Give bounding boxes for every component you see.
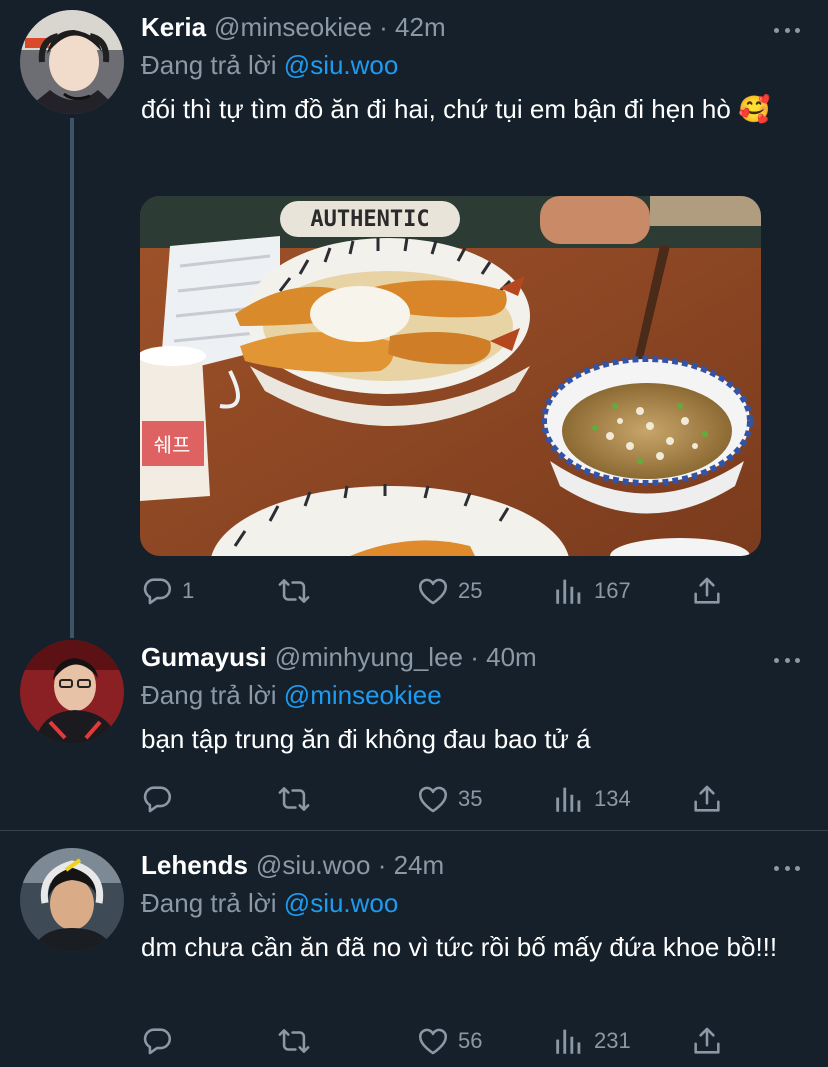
reply-button[interactable] (140, 1021, 182, 1061)
handle-and-time[interactable]: @siu.woo · 24m (256, 850, 444, 881)
tweet-keria[interactable]: Keria @minseokiee · 42m Đang trả lời @si… (0, 0, 828, 630)
share-button[interactable] (690, 779, 724, 819)
views-button[interactable]: 134 (552, 779, 631, 819)
like-count: 56 (458, 1028, 483, 1053)
retweet-button[interactable] (277, 571, 319, 611)
like-icon (416, 574, 450, 608)
retweet-icon (277, 574, 311, 608)
retweet-button[interactable] (277, 779, 319, 819)
views-icon (552, 1024, 586, 1058)
like-count: 25 (458, 578, 483, 603)
reply-button[interactable] (140, 779, 182, 819)
retweet-icon (277, 782, 311, 816)
reply-context: Đang trả lời @siu.woo (141, 888, 398, 919)
views-icon (552, 574, 586, 608)
tweet-text: đói thì tự tìm đồ ăn đi hai, chứ tụi em … (141, 94, 771, 124)
tweet-header: Gumayusi @minhyung_lee · 40m (141, 642, 537, 676)
share-button[interactable] (690, 571, 724, 611)
reply-prefix: Đang trả lời (141, 888, 277, 918)
tweet-gumayusi[interactable]: Gumayusi @minhyung_lee · 40m Đang trả lờ… (0, 630, 828, 830)
tweet-text: dm chưa cần ăn đã no vì tức rồi bố mấy đ… (141, 932, 778, 962)
reply-prefix: Đang trả lời (141, 50, 277, 80)
tweet-actions: 56 231 (140, 1021, 740, 1061)
share-icon (690, 574, 724, 608)
reply-count: 1 (182, 578, 195, 603)
reply-context: Đang trả lời @siu.woo (141, 50, 398, 81)
reply-button[interactable]: 1 (140, 571, 194, 611)
reply-icon (140, 574, 174, 608)
reply-mention[interactable]: @siu.woo (284, 888, 399, 918)
more-icon[interactable] (774, 26, 800, 34)
tweet-header: Lehends @siu.woo · 24m (141, 850, 444, 884)
tweet-header: Keria @minseokiee · 42m (141, 12, 446, 46)
handle-and-time[interactable]: @minhyung_lee · 40m (275, 642, 537, 673)
display-name[interactable]: Lehends (141, 850, 248, 881)
views-count: 231 (594, 1028, 631, 1053)
like-button[interactable]: 56 (416, 1021, 482, 1061)
tweet-photo[interactable]: AUTHENTIC 쉐프 (140, 196, 761, 556)
like-icon (416, 1024, 450, 1058)
more-icon[interactable] (774, 656, 800, 664)
like-button[interactable]: 25 (416, 571, 482, 611)
avatar[interactable] (20, 10, 124, 114)
views-button[interactable]: 231 (552, 1021, 631, 1061)
reply-context: Đang trả lời @minseokiee (141, 680, 442, 711)
share-icon (690, 1024, 724, 1058)
views-button[interactable]: 167 (552, 571, 631, 611)
retweet-icon (277, 1024, 311, 1058)
views-count: 134 (594, 786, 631, 811)
share-button[interactable] (690, 1021, 724, 1061)
tweet-lehends[interactable]: Lehends @siu.woo · 24m Đang trả lời @siu… (0, 838, 828, 1067)
tweet-actions: 1 25 167 (140, 571, 740, 611)
reply-mention[interactable]: @minseokiee (284, 680, 442, 710)
retweet-button[interactable] (277, 1021, 319, 1061)
like-icon (416, 782, 450, 816)
avatar[interactable] (20, 640, 124, 744)
avatar[interactable] (20, 848, 124, 952)
share-icon (690, 782, 724, 816)
reply-icon (140, 782, 174, 816)
reply-mention[interactable]: @siu.woo (284, 50, 399, 80)
tweet-text: bạn tập trung ăn đi không đau bao tử á (141, 724, 591, 754)
views-count: 167 (594, 578, 631, 603)
display-name[interactable]: Keria (141, 12, 206, 43)
views-icon (552, 782, 586, 816)
reply-icon (140, 1024, 174, 1058)
tweet-actions: 35 134 (140, 779, 740, 819)
handle-and-time[interactable]: @minseokiee · 42m (214, 12, 446, 43)
like-count: 35 (458, 786, 483, 811)
display-name[interactable]: Gumayusi (141, 642, 267, 673)
like-button[interactable]: 35 (416, 779, 482, 819)
more-icon[interactable] (774, 864, 800, 872)
photo-cup-text: 쉐프 (154, 433, 191, 457)
divider (0, 830, 828, 831)
reply-prefix: Đang trả lời (141, 680, 277, 710)
photo-sign-text: AUTHENTIC (310, 207, 429, 232)
